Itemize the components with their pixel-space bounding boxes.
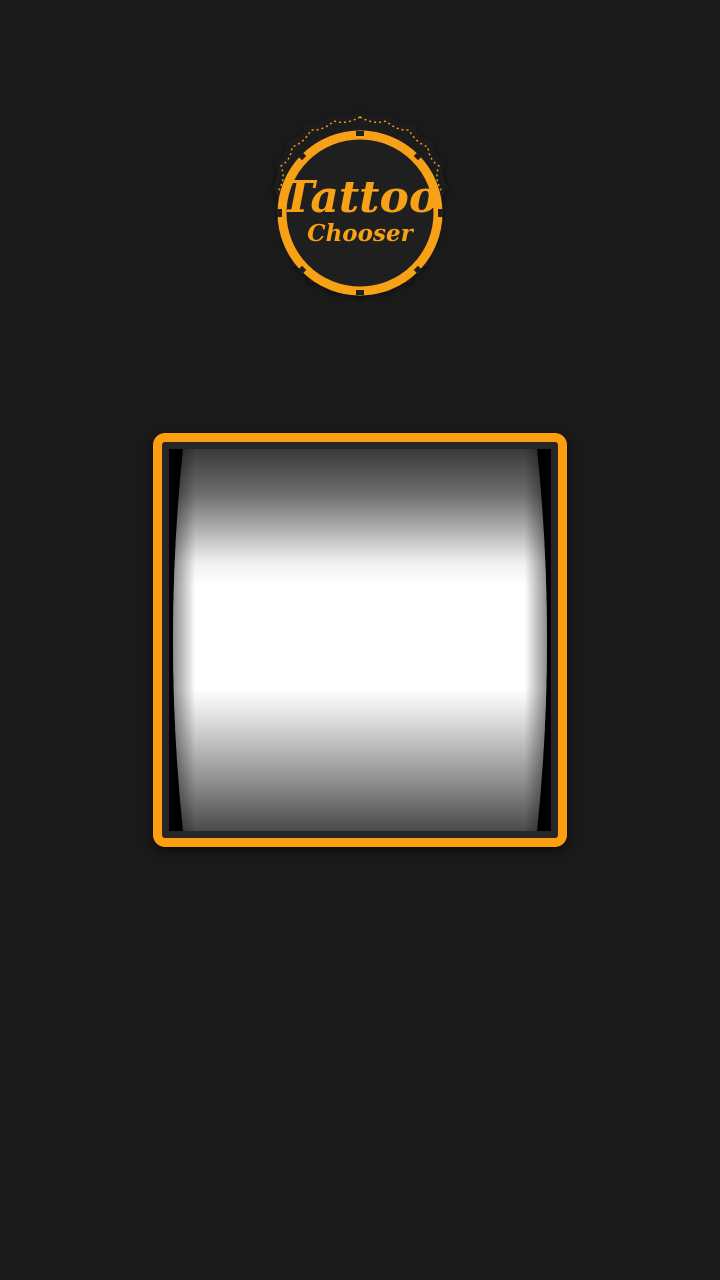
- splash-screen: Tattoo Chooser: [0, 0, 720, 1280]
- slot-reel-drum-icon: [173, 449, 547, 831]
- badge-icon: [272, 110, 448, 297]
- app-logo: Tattoo Chooser: [250, 105, 470, 325]
- slot-reel-window: [169, 449, 551, 831]
- slot-reel-frame[interactable]: [153, 433, 567, 847]
